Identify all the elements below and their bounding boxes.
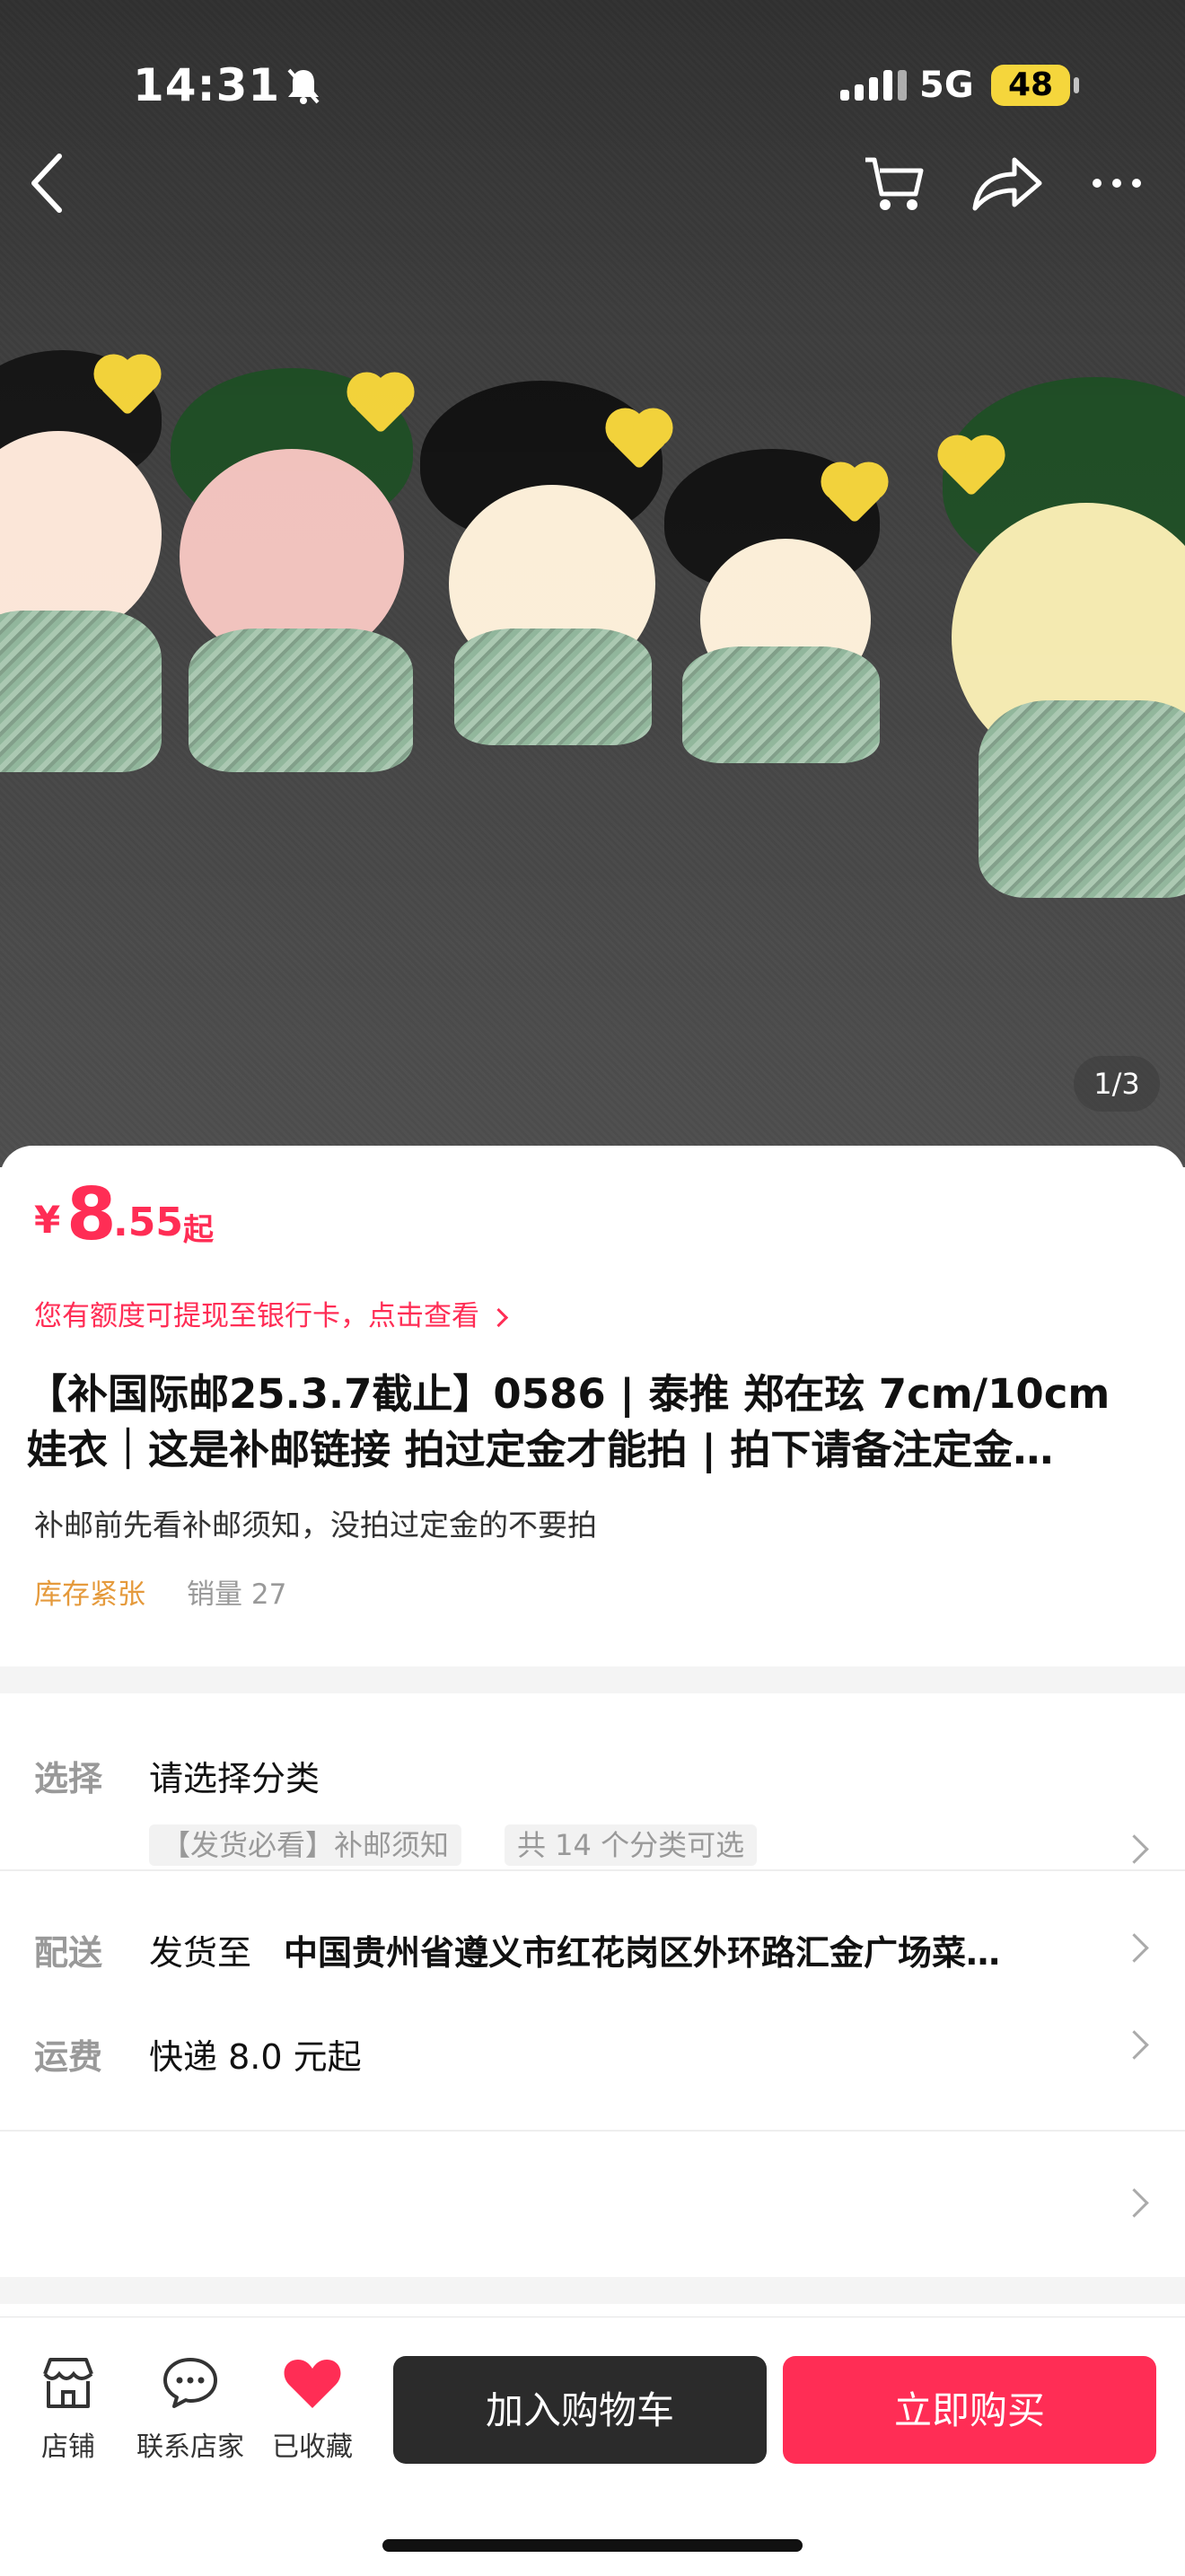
store-tab[interactable]: 店铺 bbox=[34, 2356, 102, 2464]
contact-tab[interactable]: 联系店家 bbox=[135, 2356, 246, 2464]
chevron-right-icon bbox=[1119, 2030, 1149, 2060]
chevron-right-icon bbox=[1119, 1933, 1149, 1963]
product-title-line-2: 娃衣｜这是补邮链接 拍过定金才能拍 | 拍下请备注定金… bbox=[27, 1426, 1054, 1473]
product-title-line-1: 【补国际邮25.3.7截止】0586 | 泰推 郑在玹 7cm/10cm bbox=[27, 1370, 1110, 1418]
section-divider bbox=[0, 2277, 1185, 2304]
price-integer: 8 bbox=[66, 1173, 117, 1256]
add-to-cart-button[interactable]: 加入购物车 bbox=[393, 2356, 767, 2464]
category-count-chip: 共 14 个分类可选 bbox=[505, 1824, 758, 1866]
delivery-label: 配送 bbox=[34, 1933, 103, 1973]
price-decimal: .55 bbox=[113, 1200, 183, 1245]
chat-icon bbox=[163, 2358, 217, 2408]
chevron-right-icon bbox=[1119, 1834, 1149, 1864]
share-icon[interactable] bbox=[968, 151, 1045, 215]
shipping-value: 快递 8.0 元起 bbox=[149, 2037, 362, 2077]
home-indicator[interactable] bbox=[382, 2539, 803, 2552]
network-type: 5G bbox=[919, 65, 974, 106]
price-suffix: 起 bbox=[183, 1212, 214, 1248]
status-time: 14:31 bbox=[133, 59, 281, 111]
product-title: 【补国际邮25.3.7截止】0586 | 泰推 郑在玹 7cm/10cm 娃衣｜… bbox=[27, 1367, 1140, 1478]
row-divider bbox=[0, 2130, 1185, 2132]
shipping-notice-chip[interactable]: 【发货必看】补邮须知 bbox=[149, 1824, 462, 1866]
battery-indicator: 48 bbox=[991, 65, 1070, 106]
mute-bell-icon bbox=[287, 68, 320, 104]
delivery-address: 中国贵州省遵义市红花岗区外环路汇金广场菜… bbox=[284, 1933, 1001, 1973]
more-icon[interactable] bbox=[1090, 176, 1144, 190]
stock-tag: 库存紧张 bbox=[34, 1578, 145, 1611]
favorite-tab[interactable]: 已收藏 bbox=[269, 2356, 356, 2464]
gallery-page-indicator: 1/3 bbox=[1074, 1056, 1160, 1112]
delivery-prefix: 发货至 bbox=[149, 1933, 252, 1973]
sales-count: 销量 27 bbox=[187, 1578, 287, 1611]
battery-tip bbox=[1074, 77, 1079, 93]
favorite-label: 已收藏 bbox=[272, 2431, 353, 2463]
credit-notice-link[interactable]: 您有额度可提现至银行卡，点击查看 bbox=[34, 1293, 508, 1333]
select-value: 请选择分类 bbox=[149, 1759, 320, 1798]
heart-filled-icon bbox=[284, 2360, 341, 2408]
credit-notice-text: 您有额度可提现至银行卡，点击查看 bbox=[34, 1300, 479, 1332]
buy-now-button[interactable]: 立即购买 bbox=[783, 2356, 1156, 2464]
back-icon[interactable] bbox=[25, 151, 68, 215]
signal-icon bbox=[840, 70, 907, 101]
cart-icon[interactable] bbox=[862, 151, 926, 215]
product-subtitle: 补邮前先看补邮须知，没拍过定金的不要拍 bbox=[34, 1508, 597, 1543]
store-icon bbox=[43, 2358, 93, 2408]
price-currency: ¥ bbox=[34, 1198, 61, 1242]
row-divider bbox=[0, 1869, 1185, 1871]
select-label: 选择 bbox=[34, 1759, 103, 1798]
chevron-right-icon bbox=[488, 1307, 508, 1328]
store-label: 店铺 bbox=[41, 2431, 95, 2463]
shipping-label: 运费 bbox=[34, 2037, 103, 2077]
contact-label: 联系店家 bbox=[136, 2431, 244, 2463]
chevron-right-icon bbox=[1119, 2188, 1149, 2218]
section-divider bbox=[0, 1666, 1185, 1693]
